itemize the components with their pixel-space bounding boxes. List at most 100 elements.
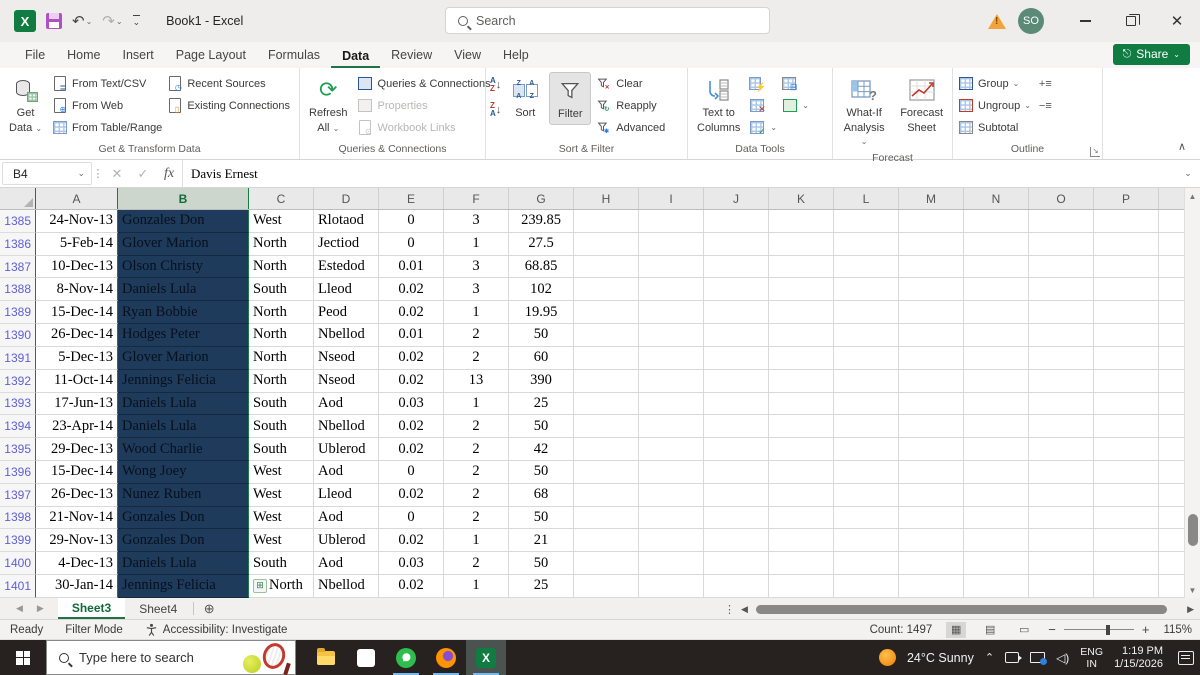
cell-I1397[interactable] [639,483,704,507]
cell-I1391[interactable] [639,346,704,370]
tab-file[interactable]: File [14,44,56,68]
cell-I1388[interactable] [639,278,704,302]
cell-M1392[interactable] [899,369,964,393]
cell-A1390[interactable]: 26-Dec-14 [36,324,118,347]
cell-O1400[interactable] [1029,552,1094,575]
vertical-scrollbar[interactable]: ▲ ▼ [1184,188,1200,598]
cell-J1395[interactable] [704,438,769,461]
weather-icon[interactable] [878,649,896,666]
cell-I1385[interactable] [639,210,704,233]
expand-formula-bar-icon[interactable]: ⌄ [1176,160,1200,187]
row-header-1385[interactable]: 1385 [0,210,36,233]
cell-D1386[interactable]: Jectiod [314,232,379,256]
column-header-N[interactable]: N [964,188,1029,209]
cell-K1401[interactable] [769,575,834,598]
column-header-M[interactable]: M [899,188,964,209]
cell-O1391[interactable] [1029,346,1094,370]
taskbar-firefox[interactable] [426,640,466,675]
cell-G1397[interactable]: 68 [509,483,574,507]
cell-P1390[interactable] [1094,324,1159,347]
cell-F1401[interactable]: 1 [444,575,509,598]
taskbar-search-box[interactable]: Type here to search [46,640,296,675]
cell-N1392[interactable] [964,369,1029,393]
cell-B1396[interactable]: Wong Joey [118,460,249,484]
cell-H1386[interactable] [574,232,639,256]
cell-O1398[interactable] [1029,506,1094,530]
cell-E1398[interactable]: 0 [379,506,444,530]
tab-data[interactable]: Data [331,45,381,68]
cell-C1398[interactable]: West [249,506,314,530]
cell-A1389[interactable]: 15-Dec-14 [36,301,118,325]
forecast-sheet-button[interactable]: Forecast Sheet [895,72,948,138]
sort-descending-button[interactable]: Z A ↓ [490,101,501,118]
recent-sources-button[interactable]: ◷ Recent Sources [166,74,290,93]
cell-H1396[interactable] [574,460,639,484]
cell-H1400[interactable] [574,552,639,575]
cell-G1385[interactable]: 239.85 [509,210,574,233]
group-button[interactable]: Group ⌄ [957,74,1031,93]
cell-E1399[interactable]: 0.02 [379,529,444,553]
sort-ascending-button[interactable]: A Z ↓ [490,76,501,93]
cell-L1401[interactable] [834,575,899,598]
cell-A1385[interactable]: 24-Nov-13 [36,210,118,233]
cell-M1399[interactable] [899,529,964,553]
cell-O1399[interactable] [1029,529,1094,553]
cell-E1388[interactable]: 0.02 [379,278,444,302]
cell-P1396[interactable] [1094,460,1159,484]
row-header-1392[interactable]: 1392 [0,369,36,393]
cell-K1397[interactable] [769,483,834,507]
cell-J1401[interactable] [704,575,769,598]
cell-I1401[interactable] [639,575,704,598]
cell-D1400[interactable]: Aod [314,552,379,575]
cell-K1388[interactable] [769,278,834,302]
cell-A1392[interactable]: 11-Oct-14 [36,369,118,393]
tab-view[interactable]: View [443,44,492,68]
cell-M1396[interactable] [899,460,964,484]
subtotal-button[interactable]: Subtotal [957,118,1031,137]
cell-N1387[interactable] [964,255,1029,279]
cell-E1392[interactable]: 0.02 [379,369,444,393]
cell-E1389[interactable]: 0.02 [379,301,444,325]
tab-page-layout[interactable]: Page Layout [165,44,257,68]
cell-A1395[interactable]: 29-Dec-13 [36,438,118,461]
cell-J1387[interactable] [704,255,769,279]
cell-D1385[interactable]: Rlotaod [314,210,379,233]
cell-A1388[interactable]: 8-Nov-14 [36,278,118,302]
cell-G1393[interactable]: 25 [509,392,574,416]
cell-O1401[interactable] [1029,575,1094,598]
notification-center-icon[interactable] [1178,650,1194,665]
cell-B1390[interactable]: Hodges Peter [118,324,249,347]
cell-F1391[interactable]: 2 [444,346,509,370]
cell-N1394[interactable] [964,415,1029,439]
cell-I1399[interactable] [639,529,704,553]
row-header-1397[interactable]: 1397 [0,483,36,507]
outline-dialog-launcher-icon[interactable]: ↘ [1090,147,1100,157]
cell-G1399[interactable]: 21 [509,529,574,553]
cell-M1400[interactable] [899,552,964,575]
cell-P1391[interactable] [1094,346,1159,370]
sheet-tab-sheet4[interactable]: Sheet4 [125,598,191,619]
cell-N1388[interactable] [964,278,1029,302]
column-header-F[interactable]: F [444,188,509,209]
taskbar-microsoft-store[interactable] [346,640,386,675]
cell-M1387[interactable] [899,255,964,279]
queries-connections-button[interactable]: Queries & Connections [357,74,491,93]
cell-M1393[interactable] [899,392,964,416]
cell-I1390[interactable] [639,324,704,347]
cell-P1399[interactable] [1094,529,1159,553]
cell-O1389[interactable] [1029,301,1094,325]
scroll-down-icon[interactable]: ▼ [1189,582,1197,598]
show-hidden-icons-chevron[interactable]: ⌃ [985,651,994,664]
cell-H1389[interactable] [574,301,639,325]
cell-O1397[interactable] [1029,483,1094,507]
row-header-1400[interactable]: 1400 [0,552,36,575]
filter-button[interactable]: Filter [549,72,592,125]
cell-N1390[interactable] [964,324,1029,347]
cell-D1388[interactable]: Lleod [314,278,379,302]
insert-function-icon[interactable]: fx [156,160,182,187]
hide-detail-button[interactable]: −≡ [1039,96,1052,115]
cell-M1397[interactable] [899,483,964,507]
sheet-tab-sheet3[interactable]: Sheet3 [57,598,126,619]
cell-L1391[interactable] [834,346,899,370]
cell-C1385[interactable]: West [249,210,314,233]
